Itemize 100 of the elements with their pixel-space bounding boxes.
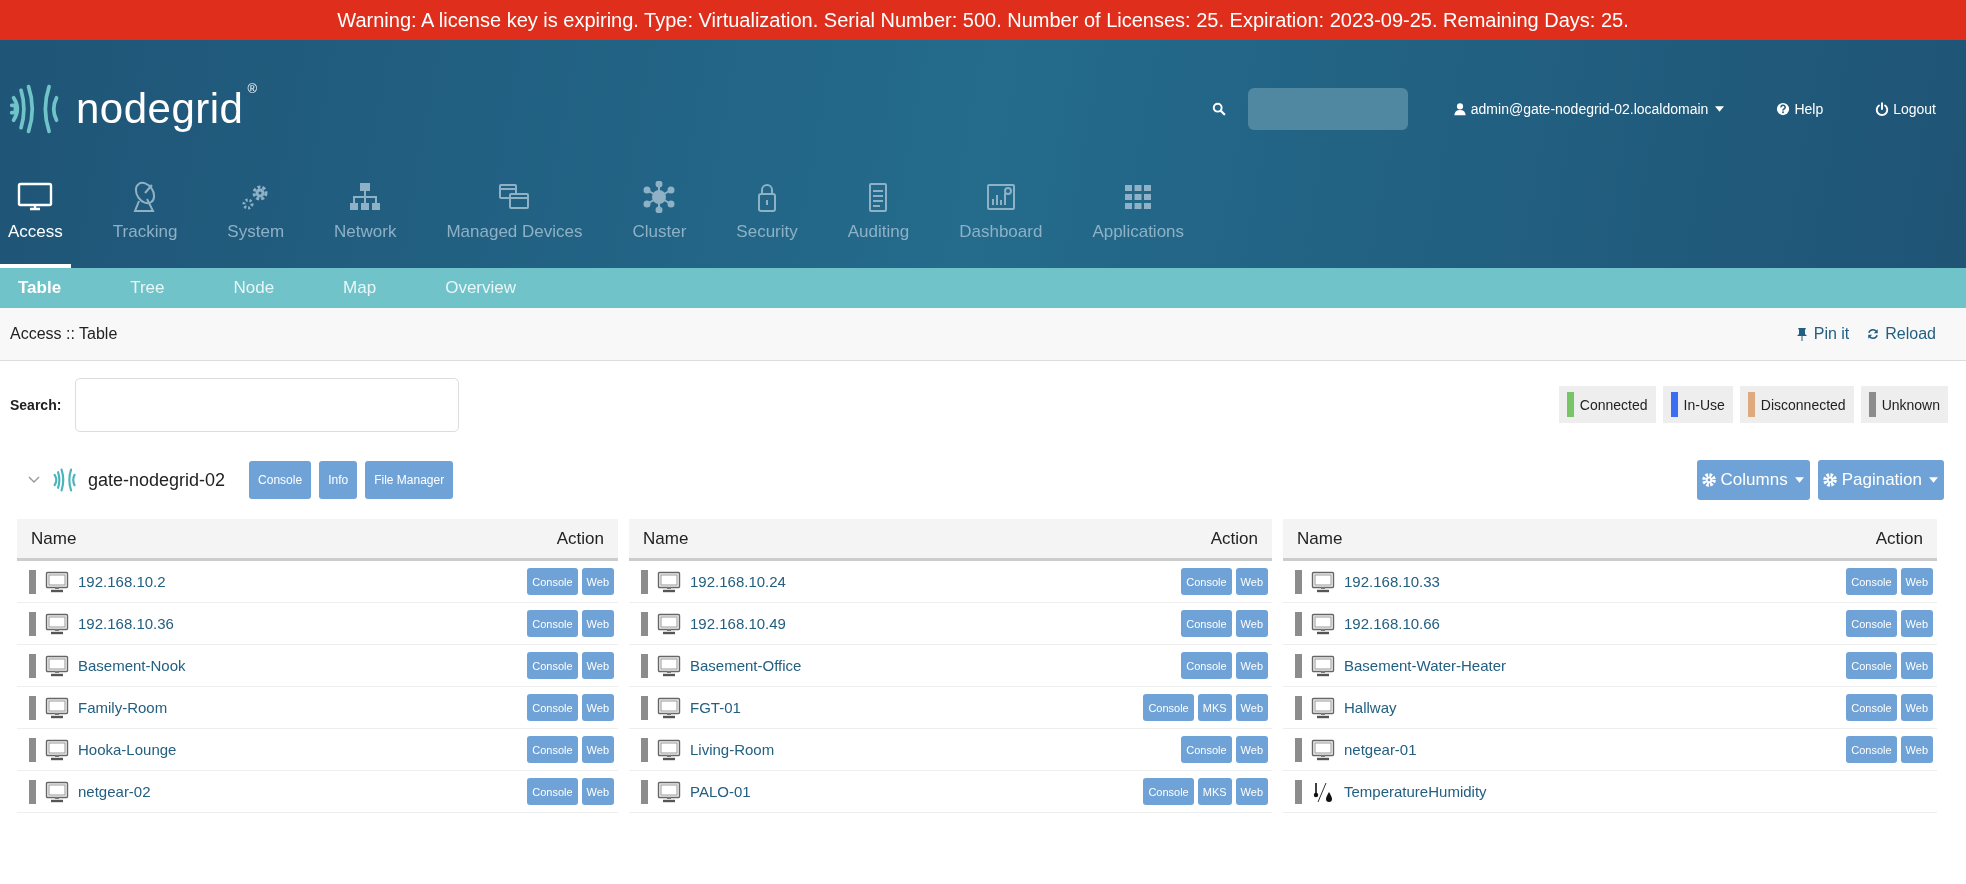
legend-item: Unknown (1860, 386, 1948, 423)
nav-tab[interactable]: Managed Devices (438, 130, 591, 268)
device-link[interactable]: netgear-01 (1344, 741, 1417, 758)
monitor-icon (45, 696, 69, 719)
device-action-button[interactable]: Console (1143, 778, 1194, 805)
device-link[interactable]: 192.168.10.66 (1344, 615, 1440, 632)
nav-tab[interactable]: Auditing (839, 130, 918, 268)
device-link[interactable]: Basement-Office (690, 657, 802, 674)
device-link[interactable]: Basement-Water-Heater (1344, 657, 1506, 674)
device-action-button[interactable]: Web (1235, 610, 1268, 637)
pin-link[interactable]: Pin it (1795, 325, 1850, 343)
device-link[interactable]: Family-Room (78, 699, 168, 716)
device-action-button[interactable]: Console (527, 736, 578, 763)
gear-icon (1821, 472, 1838, 488)
device-action-button[interactable]: Console (1143, 694, 1194, 721)
device-link[interactable]: Hallway (1344, 699, 1397, 716)
monitor-icon (657, 612, 681, 635)
breadcrumb: Access :: Table (10, 325, 118, 343)
device-action-button[interactable]: Web (1235, 778, 1268, 805)
device-action-button[interactable]: Console (1846, 652, 1897, 679)
device-action-button[interactable]: Console (527, 568, 578, 595)
column-header: Action (1210, 528, 1258, 549)
device-action-button[interactable]: Console (527, 652, 578, 679)
sub-tab[interactable]: Table (18, 278, 62, 298)
device-action-button[interactable]: Web (1235, 568, 1268, 595)
nav-tab[interactable]: Applications (1084, 130, 1193, 268)
monitor-icon (45, 654, 69, 677)
chevron-icon[interactable] (28, 476, 40, 484)
device-action-button[interactable]: Web (1235, 694, 1268, 721)
device-link[interactable]: 192.168.10.36 (78, 615, 174, 632)
device-action-button[interactable]: Console (1846, 736, 1897, 763)
monitor-icon (657, 780, 681, 803)
device-action-button[interactable]: Console (1846, 568, 1897, 595)
device-action-button[interactable]: Console (527, 694, 578, 721)
device-action-button[interactable]: Console (1181, 568, 1232, 595)
thermometer-drop-icon (1311, 780, 1335, 803)
device-action-button[interactable]: Console (1181, 736, 1232, 763)
device-link[interactable]: 192.168.10.2 (78, 573, 166, 590)
column-header: Action (556, 528, 604, 549)
search-field[interactable] (1247, 88, 1408, 131)
logout-link[interactable]: Logout (1875, 101, 1936, 118)
sub-tab[interactable]: Node (233, 278, 275, 298)
device-action-button[interactable]: Web (1900, 736, 1933, 763)
group-action-button[interactable]: Info (319, 461, 358, 499)
device-action-button[interactable]: Web (1900, 610, 1933, 637)
search-field[interactable] (75, 377, 460, 432)
device-action-button[interactable]: Console (527, 778, 578, 805)
device-action-button[interactable]: Web (581, 778, 614, 805)
sub-tab[interactable]: Map (343, 278, 377, 298)
nav-tab[interactable]: Dashboard (951, 130, 1051, 268)
device-action-button[interactable]: Web (1900, 568, 1933, 595)
group-action-button[interactable]: File Manager (365, 461, 454, 499)
device-action-button[interactable]: Console (1846, 610, 1897, 637)
monitor-icon (45, 780, 69, 803)
device-link[interactable]: PALO-01 (690, 783, 751, 800)
device-action-button[interactable]: MKS (1197, 694, 1232, 721)
nav-tab[interactable]: Security (728, 130, 806, 268)
device-action-button[interactable]: MKS (1197, 778, 1232, 805)
sub-tab[interactable]: Overview (445, 278, 517, 298)
device-action-button[interactable]: Console (1846, 694, 1897, 721)
warning-banner: Warning: A license key is expiring. Type: Virtualization. Serial Number: 500. Number of Licenses: 25. Expiration: 2023-09-25. Remaining Days: 25. (0, 0, 1966, 40)
device-link[interactable]: 192.168.10.24 (690, 573, 786, 590)
device-action-button[interactable]: Web (581, 568, 614, 595)
reload-link[interactable]: Reload (1867, 325, 1936, 343)
user-menu[interactable]: admin@gate-nodegrid-02.localdomain (1452, 101, 1725, 118)
device-action-button[interactable]: Web (581, 694, 614, 721)
nav-tab[interactable]: Cluster (624, 130, 695, 268)
sub-tab[interactable]: Tree (130, 278, 165, 298)
legend-item: Connected (1558, 386, 1656, 423)
device-action-button[interactable]: Web (1235, 736, 1268, 763)
device-link[interactable]: Hooka-Lounge (78, 741, 177, 758)
device-link[interactable]: 192.168.10.33 (1344, 573, 1440, 590)
device-link[interactable]: TemperatureHumidity (1344, 783, 1487, 800)
user-icon (1452, 102, 1467, 117)
device-link[interactable]: FGT-01 (690, 699, 741, 716)
group-action-button[interactable]: Console (249, 461, 312, 499)
pagination-button[interactable]: Pagination (1817, 460, 1944, 500)
column-header: Name (643, 528, 689, 549)
device-action-button[interactable]: Console (527, 610, 578, 637)
device-action-button[interactable]: Web (1235, 652, 1268, 679)
device-action-button[interactable]: Web (581, 736, 614, 763)
device-action-button[interactable]: Web (1900, 694, 1933, 721)
help-link[interactable]: Help (1776, 101, 1824, 118)
device-action-button[interactable]: Console (1181, 652, 1232, 679)
device-action-button[interactable]: Web (581, 610, 614, 637)
device-link[interactable]: Living-Room (690, 741, 775, 758)
device-action-button[interactable]: Web (581, 652, 614, 679)
device-link[interactable]: 192.168.10.49 (690, 615, 786, 632)
search-icon[interactable] (1211, 102, 1226, 117)
device-action-button[interactable]: Web (1900, 652, 1933, 679)
nav-tab[interactable]: Network (326, 130, 405, 268)
monitor-icon (657, 570, 681, 593)
device-action-button[interactable]: Console (1181, 610, 1232, 637)
monitor-icon (1311, 696, 1335, 719)
device-link[interactable]: Basement-Nook (78, 657, 186, 674)
device-link[interactable]: netgear-02 (78, 783, 151, 800)
columns-button[interactable]: Columns (1696, 460, 1810, 500)
gear-icon (1700, 472, 1717, 488)
legend-item: In-Use (1662, 386, 1733, 423)
column-header: Name (31, 528, 77, 549)
